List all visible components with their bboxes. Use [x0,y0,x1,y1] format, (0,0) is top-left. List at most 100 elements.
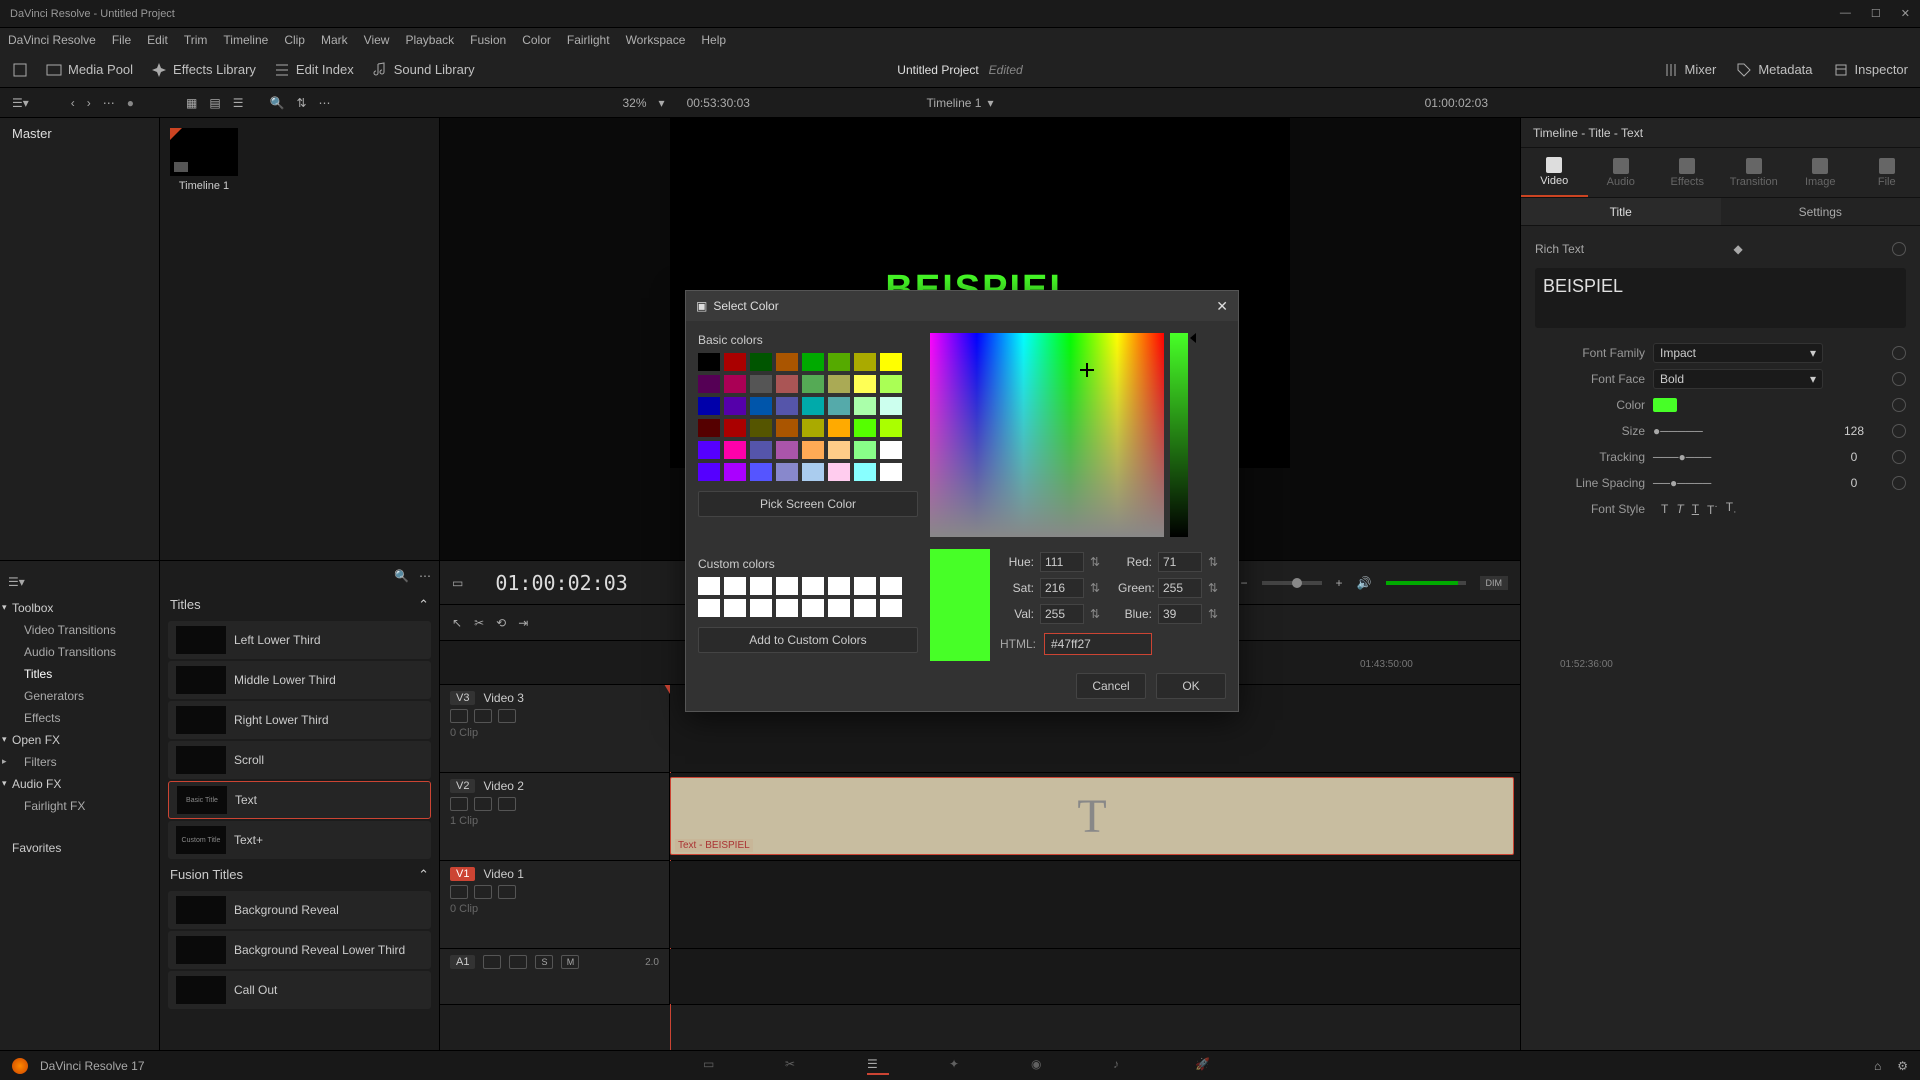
basic-swatch[interactable] [698,397,720,415]
basic-swatch[interactable] [828,375,850,393]
basic-swatch[interactable] [776,353,798,371]
menu-item[interactable]: File [112,33,131,47]
search-icon[interactable]: 🔍 [394,569,409,583]
expand-button[interactable] [12,62,28,78]
mixer-button[interactable]: Mixer [1663,62,1717,78]
blue-input[interactable] [1158,604,1202,624]
timeline-timecode[interactable]: 01:00:02:03 [495,571,627,595]
basic-swatch[interactable] [880,463,902,481]
custom-swatch[interactable] [724,599,746,617]
basic-swatch[interactable] [854,353,876,371]
hue-input[interactable] [1040,552,1084,572]
end-icon[interactable]: ⇥ [518,616,528,630]
dim-button[interactable]: DIM [1480,576,1509,590]
track-audible-icon[interactable] [509,955,527,969]
zoom-in-icon[interactable]: + [1336,576,1343,590]
custom-swatch[interactable] [880,599,902,617]
basic-swatch[interactable] [776,463,798,481]
gradient-cursor[interactable] [1080,363,1094,377]
track-link-icon[interactable] [498,709,516,723]
title-item[interactable]: Scroll [168,741,431,779]
home-icon[interactable]: ⌂ [1874,1059,1881,1073]
basic-swatch[interactable] [698,353,720,371]
spinner-icon[interactable]: ⇅ [1090,581,1100,595]
tool-blade-icon[interactable]: ✂ [474,616,484,630]
menu-item[interactable]: Timeline [223,33,268,47]
panel-menu-icon[interactable]: ☰▾ [8,575,25,589]
basic-swatch[interactable] [724,441,746,459]
reset-icon[interactable] [1892,346,1906,360]
basic-swatch[interactable] [698,463,720,481]
basic-swatch[interactable] [750,397,772,415]
panel-menu-icon[interactable]: ☰▾ [12,96,29,110]
menu-item[interactable]: Help [701,33,726,47]
reset-icon[interactable] [1892,372,1906,386]
search-icon[interactable]: 🔍 [269,96,284,110]
tree-titles[interactable]: Titles [0,663,159,685]
section-fusion-titles[interactable]: Fusion Titles⌃ [160,861,439,889]
basic-swatch[interactable] [776,419,798,437]
basic-swatch[interactable] [724,353,746,371]
chevron-down-icon[interactable]: ▾ [987,96,993,110]
tool-arrow-icon[interactable]: ↖ [452,616,462,630]
menu-item[interactable]: Fairlight [567,33,610,47]
basic-swatch[interactable] [880,353,902,371]
title-item-text[interactable]: Basic TitleText [168,781,431,819]
lock-icon[interactable] [483,955,501,969]
basic-swatch[interactable] [854,441,876,459]
basic-swatch[interactable] [802,353,824,371]
cancel-button[interactable]: Cancel [1076,673,1146,699]
menu-item[interactable]: Mark [321,33,348,47]
master-bin[interactable]: Master [0,118,159,149]
tree-openfx[interactable]: ▾Open FX [0,729,159,751]
volume-icon[interactable]: 🔊 [1357,576,1372,590]
spinner-icon[interactable]: ⇅ [1208,555,1218,569]
custom-swatch[interactable] [854,599,876,617]
basic-swatch[interactable] [802,397,824,415]
track-body[interactable]: T Text - BEISPIEL [670,773,1520,860]
font-face-select[interactable]: Bold▾ [1653,369,1823,389]
title-item[interactable]: Custom TitleText+ [168,821,431,859]
maximize-icon[interactable]: ☐ [1871,7,1881,20]
track-badge[interactable]: V2 [450,779,475,793]
basic-swatch[interactable] [698,375,720,393]
metadata-button[interactable]: Metadata [1736,62,1812,78]
sort-icon[interactable]: ⇅ [296,96,306,110]
add-custom-color-button[interactable]: Add to Custom Colors [698,627,918,653]
tree-audio-transitions[interactable]: Audio Transitions [0,641,159,663]
reset-icon[interactable] [1892,476,1906,490]
val-input[interactable] [1040,604,1084,624]
spinner-icon[interactable]: ⇅ [1090,555,1100,569]
custom-swatch[interactable] [750,577,772,595]
sat-input[interactable] [1040,578,1084,598]
menu-item[interactable]: Playback [405,33,454,47]
nav-next-icon[interactable]: › [87,96,91,110]
tracking-value[interactable]: 0 [1824,450,1884,464]
subtab-settings[interactable]: Settings [1721,198,1920,225]
style-normal-icon[interactable]: T [1661,502,1668,516]
title-item[interactable]: Background Reveal [168,891,431,929]
spinner-icon[interactable]: ⇅ [1090,607,1100,621]
basic-swatch[interactable] [828,441,850,459]
subtab-title[interactable]: Title [1521,198,1721,225]
track-badge[interactable]: V1 [450,867,475,881]
page-edit-icon[interactable]: ☰ [867,1057,889,1075]
style-underline-icon[interactable]: T [1692,502,1699,516]
inspector-button[interactable]: Inspector [1833,62,1908,78]
track-visible-icon[interactable] [474,797,492,811]
edit-index-button[interactable]: Edit Index [274,62,354,78]
basic-swatch[interactable] [802,441,824,459]
tab-file[interactable]: File [1854,148,1920,197]
line-spacing-value[interactable]: 0 [1824,476,1884,490]
red-input[interactable] [1158,552,1202,572]
zoom-level[interactable]: 32% [623,96,647,110]
dialog-close-icon[interactable]: ✕ [1216,298,1228,315]
more-icon[interactable]: ⋯ [103,96,115,110]
basic-swatch[interactable] [724,375,746,393]
pick-screen-color-button[interactable]: Pick Screen Color [698,491,918,517]
basic-swatch[interactable] [750,419,772,437]
menu-item[interactable]: Clip [284,33,305,47]
options-icon[interactable]: ⋯ [419,569,431,583]
tab-image[interactable]: Image [1787,148,1854,197]
tab-transition[interactable]: Transition [1721,148,1788,197]
